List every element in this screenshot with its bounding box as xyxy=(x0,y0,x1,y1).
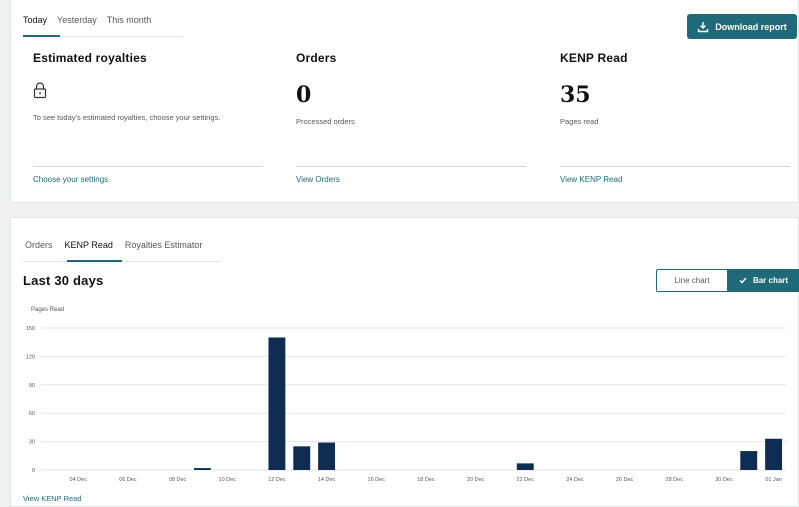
choose-settings-link[interactable]: Choose your settings xyxy=(33,175,108,184)
x-tick-label: 20 Dec xyxy=(467,477,485,483)
tab-kenp-read[interactable]: KENP Read xyxy=(65,240,113,258)
x-tick-label: 18 Dec xyxy=(417,477,435,483)
dashboard-summary-panel: Today Yesterday This month Download repo… xyxy=(10,0,799,203)
download-report-button[interactable]: Download report xyxy=(687,14,797,39)
x-tick-label: 06 Dec xyxy=(119,477,137,483)
y-tick-label: 60 xyxy=(29,411,35,417)
x-tick-label: 28 Dec xyxy=(666,477,684,483)
chart-type-toggle: Line chart Bar chart xyxy=(656,269,799,292)
royalties-divider xyxy=(33,166,263,167)
bar-chart-option[interactable]: Bar chart xyxy=(727,270,799,291)
bar[interactable] xyxy=(318,442,336,470)
y-tick-label: 120 xyxy=(26,354,35,360)
y-tick-label: 90 xyxy=(29,383,35,389)
section-title: Last 30 days xyxy=(23,273,104,288)
bar[interactable] xyxy=(193,468,211,470)
royalties-description: To see today's estimated royalties, choo… xyxy=(33,113,221,122)
bar[interactable] xyxy=(516,463,534,470)
orders-title: Orders xyxy=(296,51,337,65)
line-chart-label: Line chart xyxy=(674,276,710,285)
active-tab-indicator xyxy=(23,35,60,37)
x-tick-label: 08 Dec xyxy=(169,477,187,483)
kenp-value: 35 xyxy=(560,82,591,108)
chart-bars xyxy=(193,337,783,470)
orders-caption: Processed orders xyxy=(296,117,355,126)
tab-yesterday[interactable]: Yesterday xyxy=(57,15,97,33)
tab-royalties-estimator[interactable]: Royalties Estimator xyxy=(125,240,203,258)
y-axis-label: Pages Read xyxy=(31,307,64,313)
view-kenp-link[interactable]: View KENP Read xyxy=(560,175,622,184)
bar[interactable] xyxy=(765,438,783,470)
history-active-tab-indicator xyxy=(67,260,122,262)
x-tick-label: 26 Dec xyxy=(616,477,634,483)
y-tick-label: 0 xyxy=(32,468,35,474)
history-panel: Orders KENP Read Royalties Estimator Las… xyxy=(10,217,799,507)
x-tick-label: 30 Dec xyxy=(715,477,733,483)
x-tick-label: 24 Dec xyxy=(566,477,584,483)
tab-orders[interactable]: Orders xyxy=(25,240,53,258)
x-tick-label: 12 Dec xyxy=(268,477,286,483)
x-tick-label: 04 Dec xyxy=(70,477,88,483)
view-kenp-read-link[interactable]: View KENP Read xyxy=(23,494,82,503)
tab-today[interactable]: Today xyxy=(23,15,47,33)
bar[interactable] xyxy=(740,451,758,470)
x-tick-label: 10 Dec xyxy=(219,477,237,483)
royalties-card: Estimated royalties To see today's estim… xyxy=(33,51,263,184)
x-tick-label: 22 Dec xyxy=(517,477,535,483)
orders-divider xyxy=(296,166,526,167)
view-orders-link[interactable]: View Orders xyxy=(296,175,340,184)
x-tick-label: 16 Dec xyxy=(368,477,386,483)
orders-value: 0 xyxy=(296,82,312,108)
y-tick-label: 30 xyxy=(29,440,35,446)
history-tabs: Orders KENP Read Royalties Estimator xyxy=(25,240,202,258)
kenp-caption: Pages read xyxy=(560,117,599,126)
chart-gridlines: 0 30 60 90 120 150 xyxy=(26,326,786,474)
kenp-title: KENP Read xyxy=(560,51,628,65)
kenp-bar-chart: Pages Read 0 30 60 90 120 150 04 Dec 06 Dec 08 … xyxy=(26,307,786,483)
download-report-label: Download report xyxy=(715,21,787,32)
check-icon xyxy=(739,277,747,284)
download-icon xyxy=(698,21,709,32)
history-tabs-divider xyxy=(23,261,221,262)
bar-chart-label: Bar chart xyxy=(752,276,789,285)
kenp-divider xyxy=(560,166,790,167)
orders-card: Orders 0 Processed orders View Orders xyxy=(296,51,526,184)
x-tick-label: 01 Jan xyxy=(765,477,782,483)
bar[interactable] xyxy=(268,337,286,470)
tab-this-month[interactable]: This month xyxy=(107,15,152,33)
royalties-title: Estimated royalties xyxy=(33,51,147,65)
period-tabs: Today Yesterday This month xyxy=(23,15,151,33)
lock-icon xyxy=(33,82,47,99)
x-axis-ticks: 04 Dec 06 Dec 08 Dec 10 Dec 12 Dec 14 Dec 16 D… xyxy=(70,477,782,483)
y-tick-label: 150 xyxy=(26,326,35,332)
x-tick-label: 14 Dec xyxy=(318,477,336,483)
line-chart-option[interactable]: Line chart xyxy=(657,270,727,291)
kenp-card: KENP Read 35 Pages read View KENP Read xyxy=(560,51,790,184)
bar[interactable] xyxy=(293,446,311,470)
